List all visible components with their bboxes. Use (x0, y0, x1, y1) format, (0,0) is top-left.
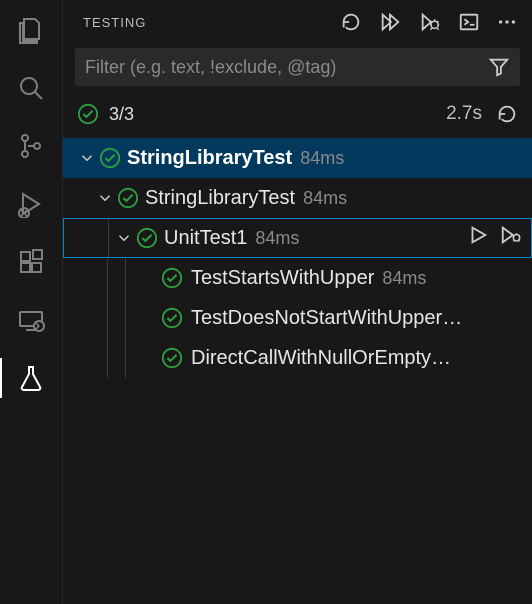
tree-item-duration: 84ms (255, 228, 299, 249)
tree-item[interactable]: StringLibraryTest 84ms (63, 178, 532, 218)
testing-panel: TESTING 3/3 2.7s StringLibr (63, 0, 532, 604)
chevron-down-icon[interactable] (95, 189, 115, 207)
tree-item[interactable]: DirectCallWithNullOrEmpty… (63, 338, 532, 378)
check-circle-icon (161, 347, 183, 369)
check-circle-icon (99, 147, 121, 169)
tree-item-label: DirectCallWithNullOrEmpty… (191, 347, 451, 370)
run-test-button[interactable] (467, 224, 489, 252)
tree-item-label: StringLibraryTest (127, 147, 292, 170)
run-debug-icon[interactable] (15, 188, 47, 220)
tree-item-root[interactable]: StringLibraryTest 84ms (63, 138, 532, 178)
check-circle-icon (117, 187, 139, 209)
source-control-icon[interactable] (15, 130, 47, 162)
tree-item-duration: 84ms (303, 188, 347, 209)
tree-item[interactable]: TestDoesNotStartWithUpper… (63, 298, 532, 338)
tree-item-label: TestDoesNotStartWithUpper… (191, 307, 462, 330)
check-circle-icon (77, 103, 99, 125)
more-actions-button[interactable] (496, 11, 518, 33)
panel-title: TESTING (83, 15, 330, 30)
chevron-down-icon[interactable] (77, 149, 97, 167)
debug-test-button[interactable] (499, 224, 523, 252)
filter-icon[interactable] (482, 56, 516, 78)
check-circle-icon (161, 307, 183, 329)
summary-row: 3/3 2.7s (63, 94, 532, 134)
filter-input[interactable] (75, 57, 482, 78)
summary-duration: 2.7s (446, 103, 482, 125)
check-circle-icon (161, 267, 183, 289)
chevron-down-icon[interactable] (114, 229, 134, 247)
tree-item-label: StringLibraryTest (145, 187, 295, 210)
check-circle-icon (136, 227, 158, 249)
tree-item-selected[interactable]: UnitTest1 84ms (63, 218, 532, 258)
tree-item-duration: 84ms (300, 148, 344, 169)
panel-header: TESTING (63, 0, 532, 44)
test-tree: StringLibraryTest 84ms StringLibraryTest… (63, 138, 532, 378)
filter-row (75, 48, 520, 86)
tree-item-duration: 84ms (382, 268, 426, 289)
debug-all-tests-button[interactable] (418, 11, 442, 33)
search-icon[interactable] (15, 72, 47, 104)
run-all-tests-button[interactable] (378, 11, 402, 33)
activity-bar (0, 0, 63, 604)
summary-count: 3/3 (109, 104, 134, 125)
extensions-icon[interactable] (15, 246, 47, 278)
tree-item[interactable]: TestStartsWithUpper 84ms (63, 258, 532, 298)
tree-item-label: UnitTest1 (164, 227, 247, 250)
remote-icon[interactable] (15, 304, 47, 336)
show-output-button[interactable] (458, 11, 480, 33)
files-icon[interactable] (15, 14, 47, 46)
rerun-button[interactable] (496, 103, 518, 125)
tree-item-label: TestStartsWithUpper (191, 267, 374, 290)
testing-icon[interactable] (15, 362, 47, 394)
refresh-tests-button[interactable] (340, 11, 362, 33)
